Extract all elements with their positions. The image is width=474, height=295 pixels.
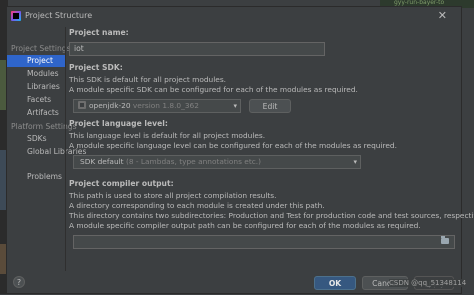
sidebar-item-problems[interactable]: Problems xyxy=(27,171,62,183)
compiler-output-label: Project compiler output: xyxy=(69,179,174,188)
sidebar: Project Settings Project Modules Librari… xyxy=(7,41,86,251)
jdk-icon xyxy=(78,101,86,109)
sdk-version: version 1.8.0_362 xyxy=(132,101,199,110)
sdk-name: openjdk-20 xyxy=(89,101,131,110)
chevron-down-icon: ▾ xyxy=(233,102,237,110)
sidebar-header-platform-settings: Platform Settings xyxy=(11,122,77,131)
project-sdk-label: Project SDK: xyxy=(69,63,123,72)
sidebar-item-artifacts[interactable]: Artifacts xyxy=(27,107,59,119)
sidebar-item-project[interactable]: Project xyxy=(7,55,65,67)
sidebar-header-project-settings: Project Settings xyxy=(11,44,71,53)
watermark: CSDN @qq_51348114 xyxy=(389,279,467,287)
language-level-desc-2: A module specific language level can be … xyxy=(69,141,397,150)
intellij-logo-icon xyxy=(11,11,21,21)
ok-button[interactable]: OK xyxy=(314,276,356,290)
compiler-output-path-input[interactable] xyxy=(73,235,455,249)
sidebar-divider xyxy=(65,27,66,271)
project-sdk-desc-2: A module specific SDK can be configured … xyxy=(69,85,358,94)
sidebar-item-libraries[interactable]: Libraries xyxy=(27,81,60,93)
compiler-output-desc-4: A module specific compiler output path c… xyxy=(69,221,421,230)
compiler-output-desc-1: This path is used to store all project c… xyxy=(69,191,277,200)
compiler-output-desc-3: This directory contains two subdirectori… xyxy=(69,211,474,220)
sidebar-item-facets[interactable]: Facets xyxy=(27,94,51,106)
project-sdk-select[interactable]: openjdk-20 version 1.8.0_362 ▾ xyxy=(73,99,241,113)
help-icon[interactable]: ? xyxy=(13,276,25,288)
sidebar-item-sdks[interactable]: SDKs xyxy=(27,133,47,145)
browse-folder-icon[interactable] xyxy=(441,236,449,244)
sidebar-item-modules[interactable]: Modules xyxy=(27,68,59,80)
language-level-select[interactable]: SDK default (8 - Lambdas, type annotatio… xyxy=(73,155,361,169)
language-level-desc-1: This language level is default for all p… xyxy=(69,131,266,140)
language-level-value: SDK default xyxy=(80,157,124,166)
window-title: Project Structure xyxy=(25,11,93,20)
language-level-label: Project language level: xyxy=(69,119,168,128)
project-sdk-desc-1: This SDK is default for all project modu… xyxy=(69,75,227,84)
edit-sdk-button[interactable]: Edit xyxy=(249,99,291,113)
project-settings-panel: Project name: iot Project SDK: This SDK … xyxy=(69,27,474,273)
language-level-detail: (8 - Lambdas, type annotations etc.) xyxy=(125,157,262,166)
project-structure-dialog: Project Structure ✕ Project Settings Pro… xyxy=(6,6,474,294)
compiler-output-desc-2: A directory corresponding to each module… xyxy=(69,201,325,210)
title-bar: Project Structure ✕ xyxy=(7,7,461,27)
project-name-label: Project name: xyxy=(69,28,129,37)
chevron-down-icon: ▾ xyxy=(353,158,357,166)
close-icon[interactable]: ✕ xyxy=(438,9,447,22)
project-name-input[interactable]: iot xyxy=(69,42,325,56)
